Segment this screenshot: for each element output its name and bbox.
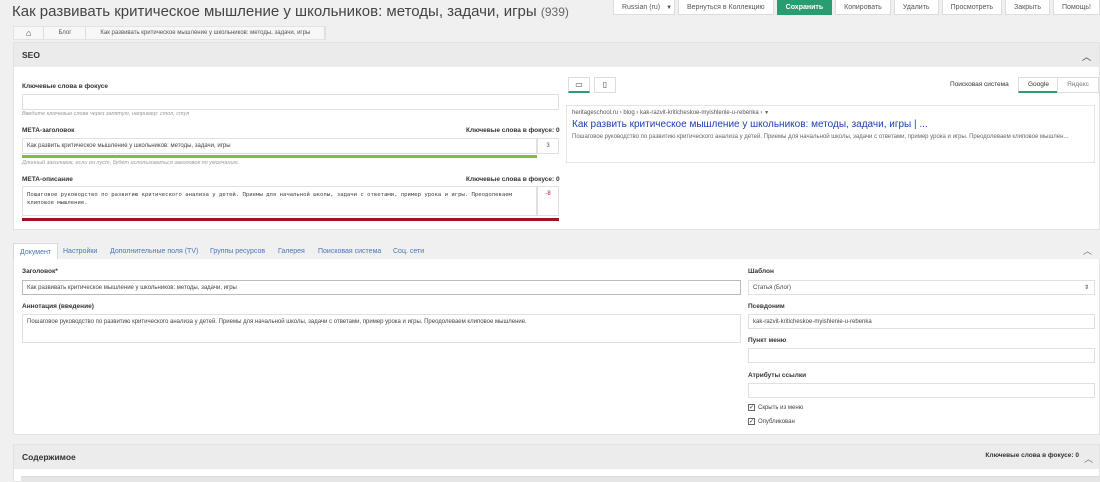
resource-tabs: Документ Настройки Дополнительные поля (… bbox=[13, 240, 1100, 260]
heading-input[interactable]: Как развивать критическое мышление у шко… bbox=[22, 280, 741, 295]
breadcrumb-current: Как развивать критическое мышление у шко… bbox=[86, 27, 326, 39]
tab-settings[interactable]: Настройки bbox=[63, 243, 97, 260]
tab-search-engine[interactable]: Поисковая система bbox=[318, 243, 381, 260]
collapse-chevron-icon[interactable]: ︿ bbox=[1082, 50, 1091, 63]
search-preview-title[interactable]: Как развить критическое мышление у школь… bbox=[572, 119, 1089, 130]
caret-down-icon: ▼ bbox=[764, 110, 770, 116]
editor-toolbar bbox=[21, 476, 1100, 482]
content-panel-header[interactable]: Содержимое bbox=[14, 445, 1099, 469]
tab-social[interactable]: Соц. сети bbox=[393, 243, 424, 260]
checkmark-icon: ✓ bbox=[748, 418, 755, 425]
document-panel: Заголовок* Как развивать критическое мыш… bbox=[13, 259, 1100, 435]
checkmark-icon: ✓ bbox=[748, 404, 755, 411]
seo-panel: SEO ︿ Ключевые слова в фокусе Введите кл… bbox=[13, 42, 1100, 230]
content-keywords-count: Ключевые слова в фокусе: 0 bbox=[985, 452, 1079, 459]
mobile-preview-icon[interactable]: ▯ bbox=[594, 77, 616, 93]
back-to-collection-button[interactable]: Вернуться в Коллекцию bbox=[677, 0, 774, 15]
title-bar: Как развивать критическое мышление у шко… bbox=[0, 0, 1100, 24]
template-select[interactable]: Статья (Блог) ⇕ bbox=[748, 280, 1095, 295]
meta-title-length-bar bbox=[22, 155, 537, 158]
select-arrows-icon: ⇕ bbox=[1083, 285, 1089, 291]
meta-title-input[interactable]: Как развить критическое мышление у школь… bbox=[22, 138, 537, 154]
hide-from-menu-label: Скрыть из меню bbox=[758, 404, 804, 411]
delete-button[interactable]: Удалить bbox=[893, 0, 939, 15]
seo-panel-title: SEO bbox=[22, 50, 40, 60]
template-value: Статья (Блог) bbox=[753, 285, 791, 291]
tab-tv[interactable]: Дополнительные поля (TV) bbox=[110, 243, 198, 260]
hide-from-menu-checkbox[interactable]: ✓ Скрыть из меню bbox=[748, 404, 803, 411]
copy-button[interactable]: Копировать bbox=[835, 0, 891, 15]
focus-keywords-hint: Введите ключевые слова через запятую, на… bbox=[22, 111, 190, 117]
introtext-textarea[interactable]: Пошаговое руководство по развитию критич… bbox=[22, 314, 741, 343]
language-select[interactable]: Russian (ru) ▼ bbox=[612, 0, 675, 15]
meta-title-counter: 3 bbox=[537, 138, 559, 154]
help-button[interactable]: Помощь! bbox=[1053, 0, 1100, 15]
resource-id: (939) bbox=[540, 5, 569, 19]
search-preview-url: heritageschool.ru › blog › kak-razvit-kr… bbox=[572, 110, 770, 116]
meta-description-length-bar bbox=[22, 218, 559, 221]
meta-title-hint: Длинный заголовок, если он пуст, будет и… bbox=[22, 160, 240, 166]
view-button[interactable]: Просмотреть bbox=[941, 0, 1003, 15]
tab-document[interactable]: Документ bbox=[13, 243, 59, 260]
engine-google-button[interactable]: Google bbox=[1018, 77, 1059, 93]
content-panel-title: Содержимое bbox=[22, 452, 76, 462]
focus-keywords-input[interactable] bbox=[22, 94, 559, 110]
caret-down-icon: ▼ bbox=[666, 5, 673, 11]
published-checkbox[interactable]: ✓ Опубликован bbox=[748, 418, 795, 425]
breadcrumb-blog[interactable]: Блог bbox=[44, 27, 87, 39]
meta-description-keywords-count: Ключевые слова в фокусе: 0 bbox=[466, 176, 560, 183]
meta-title-keywords-count: Ключевые слова в фокусе: 0 bbox=[466, 127, 560, 134]
menu-title-label: Пункт меню bbox=[748, 337, 787, 344]
save-button[interactable]: Сохранить bbox=[776, 0, 833, 15]
meta-title-label: META-заголовок bbox=[22, 127, 75, 134]
desktop-preview-icon[interactable]: ▭ bbox=[568, 77, 590, 93]
meta-description-counter: -8 bbox=[537, 186, 559, 216]
search-engine-label: Поисковая система bbox=[950, 81, 1009, 88]
action-buttons: Russian (ru) ▼ Вернуться в Коллекцию Сохр… bbox=[612, 0, 1100, 15]
menu-title-input[interactable] bbox=[748, 348, 1095, 363]
published-label: Опубликован bbox=[758, 418, 795, 425]
collapse-chevron-icon[interactable]: ︿ bbox=[1084, 452, 1093, 465]
language-label: Russian (ru) bbox=[621, 4, 661, 11]
alias-input[interactable]: kak-razvit-kriticheskoe-myishlenie-u-reb… bbox=[748, 314, 1095, 329]
alias-label: Псевдоним bbox=[748, 303, 785, 310]
seo-panel-header[interactable]: SEO ︿ bbox=[14, 43, 1099, 67]
meta-description-label: META-описание bbox=[22, 176, 73, 183]
tab-gallery[interactable]: Галерея bbox=[278, 243, 305, 260]
search-preview: heritageschool.ru › blog › kak-razvit-kr… bbox=[566, 105, 1095, 163]
heading-label: Заголовок* bbox=[22, 268, 58, 275]
link-attributes-label: Атрибуты ссылки bbox=[748, 372, 807, 379]
collapse-chevron-icon[interactable]: ︿ bbox=[1083, 244, 1092, 257]
tab-resource-groups[interactable]: Группы ресурсов bbox=[210, 243, 265, 260]
close-button[interactable]: Закрыть bbox=[1005, 0, 1051, 15]
meta-description-textarea[interactable]: Пошаговое руководство по развитию критич… bbox=[22, 186, 537, 216]
content-panel: Содержимое Ключевые слова в фокусе: 0 ︿ bbox=[13, 444, 1100, 482]
focus-keywords-label: Ключевые слова в фокусе bbox=[22, 83, 109, 90]
template-label: Шаблон bbox=[748, 268, 774, 275]
breadcrumb: ⌂ Блог Как развивать критическое мышлени… bbox=[13, 26, 327, 40]
page-title-text: Как развивать критическое мышление у шко… bbox=[12, 3, 537, 20]
search-preview-description: Пошаговое руководство по развитию критич… bbox=[572, 134, 1069, 140]
link-attributes-input[interactable] bbox=[748, 383, 1095, 398]
introtext-label: Аннотация (введение) bbox=[22, 303, 94, 310]
engine-yandex-button[interactable]: Яндекс bbox=[1057, 77, 1099, 93]
home-icon[interactable]: ⌂ bbox=[14, 27, 45, 39]
page-title: Как развивать критическое мышление у шко… bbox=[12, 3, 569, 20]
